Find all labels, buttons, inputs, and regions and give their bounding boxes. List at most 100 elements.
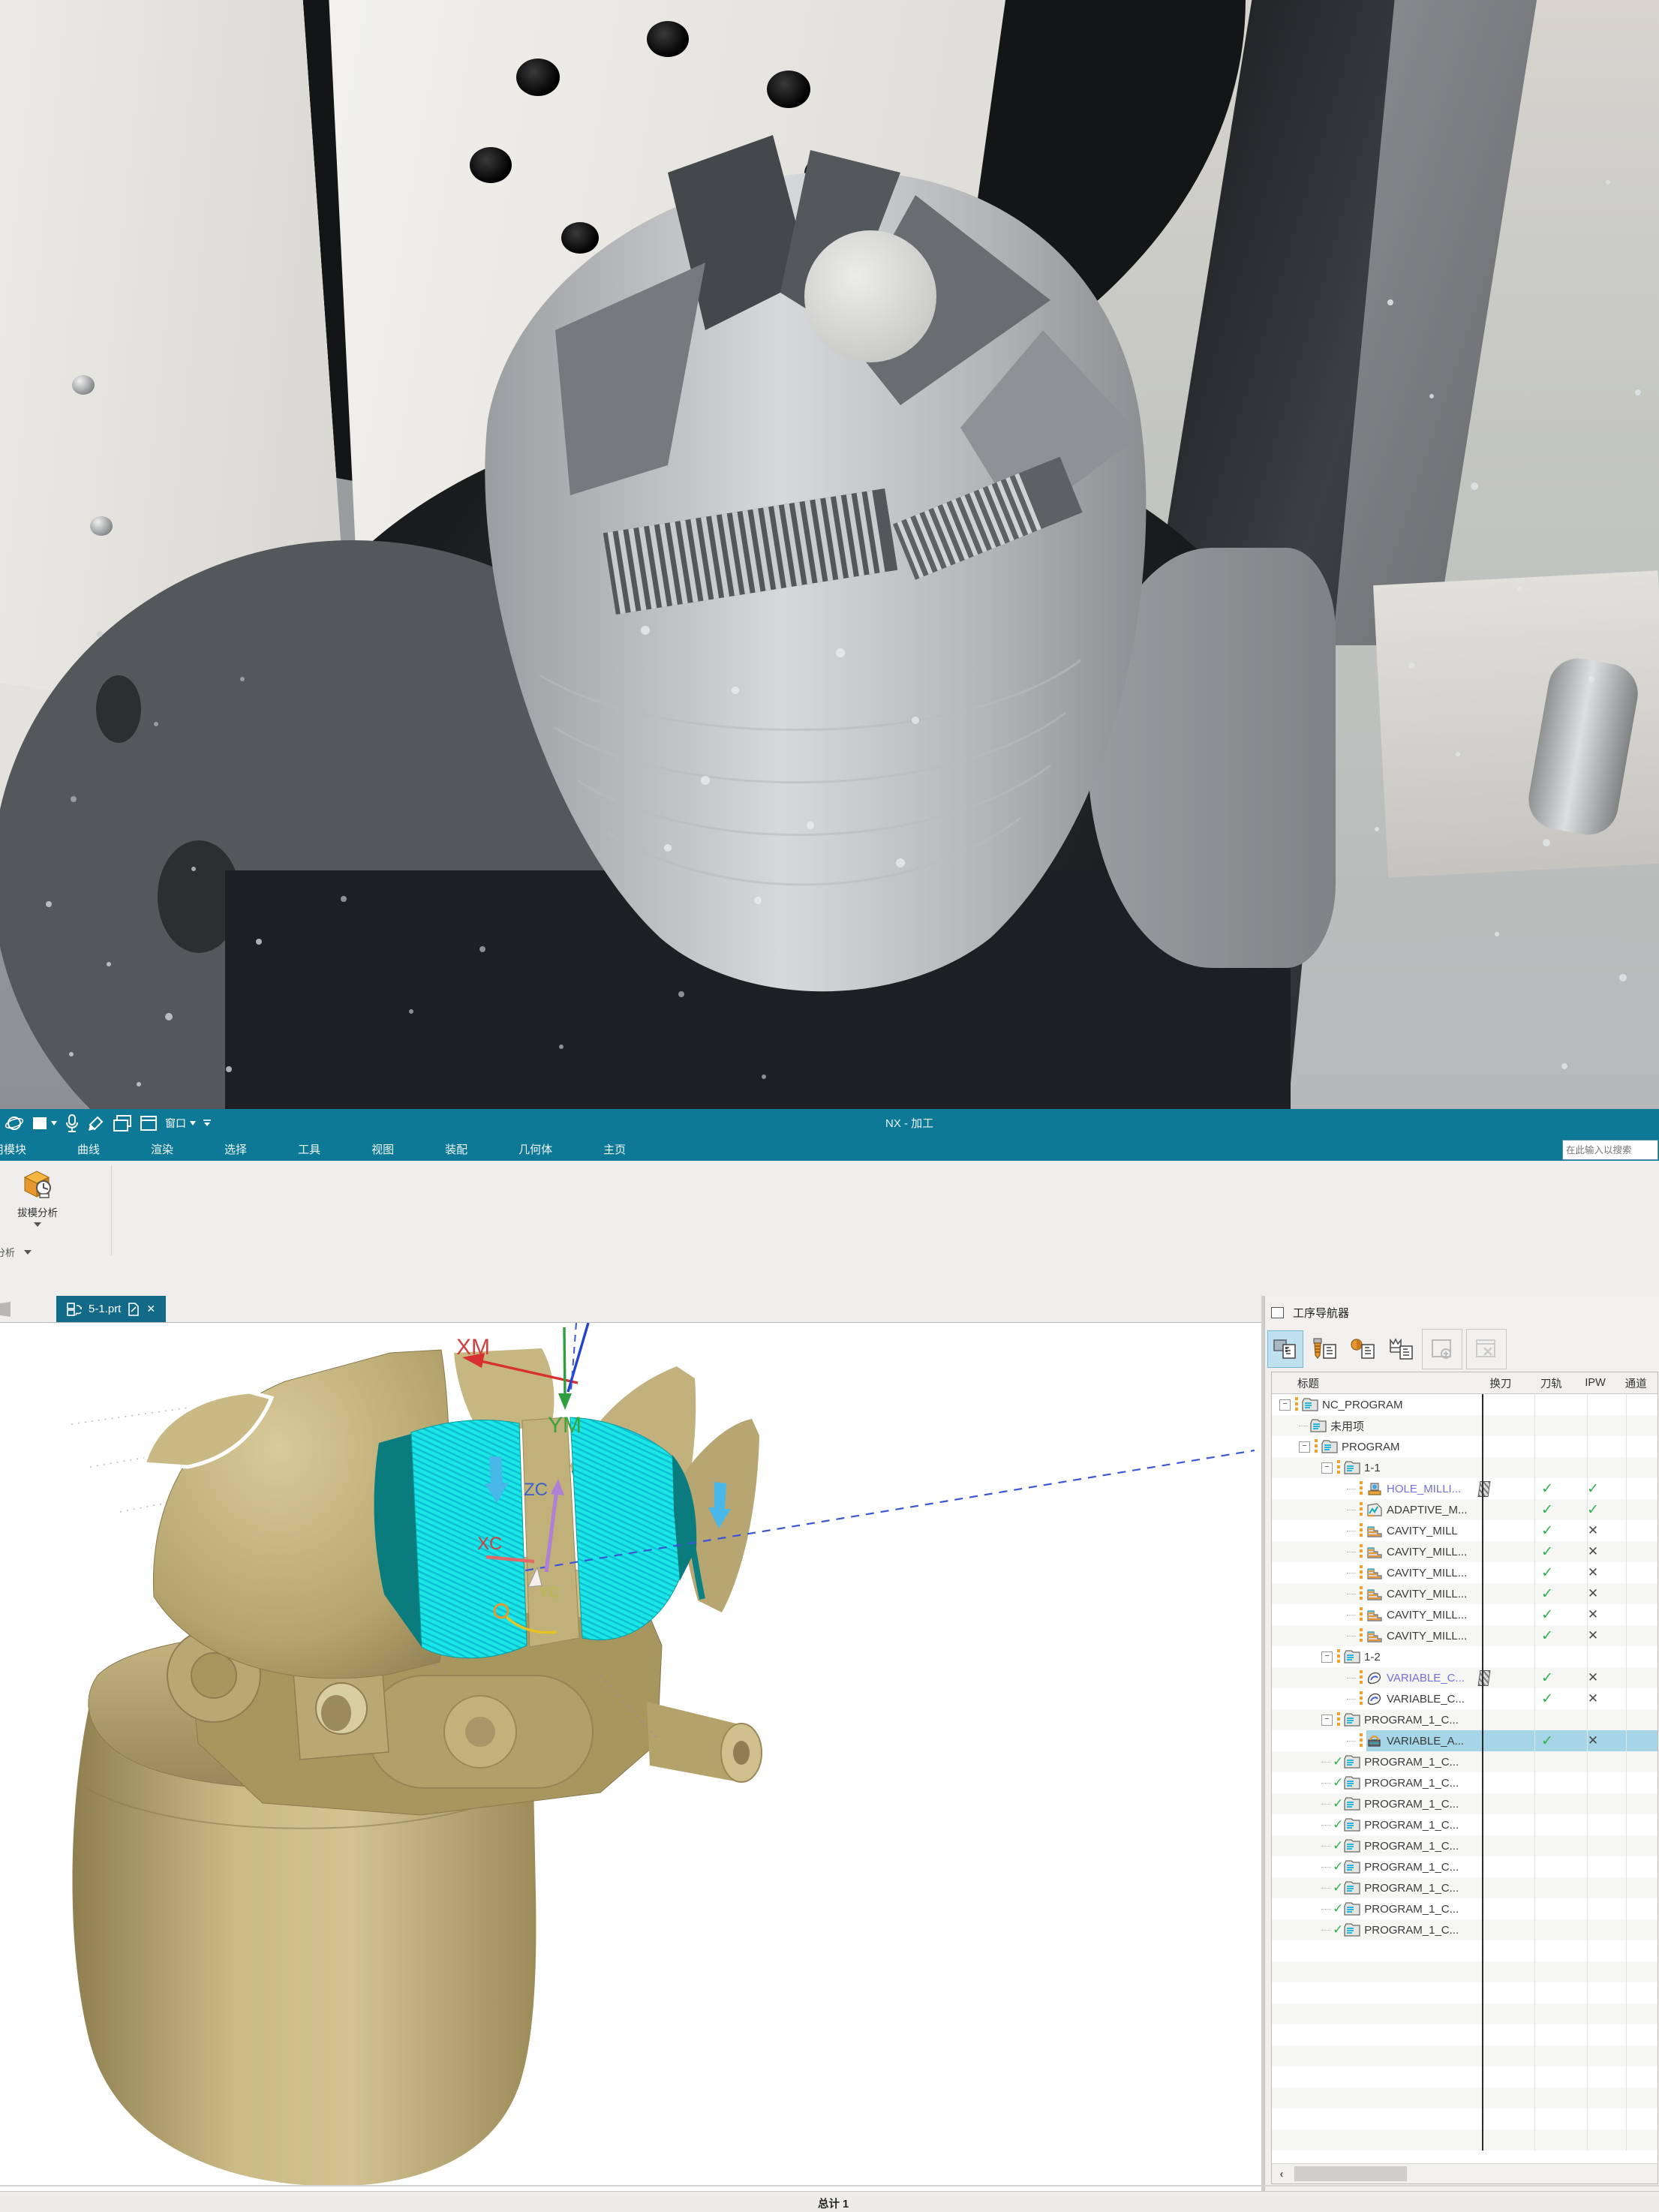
table-row[interactable]: ✓PROGRAM_1_C... [1272,1772,1657,1793]
table-row[interactable]: CAVITY_MILL...✓✕ [1272,1562,1657,1583]
table-row[interactable]: ADAPTIVE_M...✓✓ [1272,1499,1657,1520]
row-label[interactable]: ADAPTIVE_M... [1387,1504,1468,1516]
column-title[interactable]: 标题 [1272,1375,1475,1391]
table-row[interactable]: ✓PROGRAM_1_C... [1272,1856,1657,1877]
new-window-icon[interactable] [32,1115,57,1132]
table-row[interactable]: CAVITY_MILL✓✕ [1272,1520,1657,1541]
menu-item-8[interactable]: 主页 [578,1141,651,1157]
analysis-group-label[interactable]: 分析 [0,1245,32,1259]
column-ipw[interactable]: IPW [1576,1377,1614,1389]
scrollbar-thumb[interactable] [1294,2166,1407,2181]
machine-tool-view-button[interactable] [1307,1331,1342,1367]
menu-item-4[interactable]: 工具 [272,1141,346,1157]
row-label[interactable]: CAVITY_MILL... [1387,1567,1467,1579]
table-row[interactable]: CAVITY_MILL...✓✕ [1272,1625,1657,1646]
create-group-button[interactable] [1422,1329,1462,1369]
row-label[interactable]: 未用项 [1330,1418,1364,1434]
row-label[interactable]: CAVITY_MILL... [1387,1588,1467,1600]
table-row[interactable]: CAVITY_MILL...✓✕ [1272,1541,1657,1562]
expander-minus-icon[interactable]: − [1321,1715,1333,1726]
row-label[interactable]: PROGRAM_1_C... [1364,1777,1459,1790]
table-row[interactable]: − 1-1 [1272,1457,1657,1478]
program-order-view-button[interactable] [1267,1330,1303,1368]
menu-item-3[interactable]: 选择 [199,1141,272,1157]
cell-ipw: ✓ [1573,1478,1612,1499]
table-row[interactable]: CAVITY_MILL...✓✕ [1272,1583,1657,1604]
table-row[interactable]: 未用项 [1272,1415,1657,1436]
row-label[interactable]: CAVITY_MILL [1387,1525,1458,1537]
table-row[interactable]: ✓PROGRAM_1_C... [1272,1835,1657,1856]
expander-minus-icon[interactable]: − [1321,1462,1333,1474]
window-icon[interactable] [140,1114,158,1132]
menu-item-0[interactable]: 用模块 [0,1141,52,1157]
expander-minus-icon[interactable]: − [1299,1441,1310,1453]
row-label[interactable]: CAVITY_MILL... [1387,1630,1467,1642]
table-row[interactable]: VARIABLE_C...✓✕ [1272,1688,1657,1709]
table-row[interactable]: VARIABLE_C...✓✕ [1272,1667,1657,1688]
row-label[interactable]: VARIABLE_C... [1387,1672,1465,1685]
column-grid-line [1587,1394,1588,2150]
table-row[interactable]: VARIABLE_A...✓✕ [1272,1730,1657,1751]
row-label[interactable]: 1-2 [1364,1651,1381,1664]
graphics-viewport[interactable]: XM YM ZC XC YC [0,1322,1261,2192]
row-label[interactable]: PROGRAM_1_C... [1364,1924,1459,1937]
column-tool-change[interactable]: 换刀 [1475,1375,1525,1391]
row-label[interactable]: PROGRAM_1_C... [1364,1714,1459,1727]
expander-minus-icon[interactable]: − [1279,1399,1291,1411]
row-label[interactable]: PROGRAM_1_C... [1364,1819,1459,1832]
table-row[interactable]: ✓PROGRAM_1_C... [1272,1751,1657,1772]
scroll-left-icon[interactable]: ‹ [1272,2168,1291,2180]
horizontal-scrollbar[interactable]: ‹ [1272,2163,1657,2183]
table-row[interactable]: ✓PROGRAM_1_C... [1272,1919,1657,1940]
method-view-button[interactable] [1384,1331,1418,1367]
row-label[interactable]: NC_PROGRAM [1322,1399,1403,1411]
touch-icon[interactable] [87,1114,105,1132]
column-resize-line[interactable] [1482,1394,1483,2150]
draft-analysis-button[interactable]: 拔模分析 [3,1167,72,1239]
row-label[interactable]: PROGRAM_1_C... [1364,1756,1459,1769]
row-label[interactable]: PROGRAM [1342,1441,1400,1453]
table-row[interactable]: HOLE_MILLI...✓✓ [1272,1478,1657,1499]
window-menu[interactable]: 窗口 [165,1116,196,1131]
row-label[interactable]: PROGRAM_1_C... [1364,1903,1459,1916]
table-row[interactable]: ✓PROGRAM_1_C... [1272,1898,1657,1919]
row-label[interactable]: 1-1 [1364,1462,1381,1474]
row-label[interactable]: VARIABLE_A... [1387,1735,1464,1748]
table-row[interactable]: ✓PROGRAM_1_C... [1272,1814,1657,1835]
microphone-icon[interactable] [65,1114,80,1133]
row-label[interactable]: PROGRAM_1_C... [1364,1840,1459,1853]
table-row[interactable]: ✓PROGRAM_1_C... [1272,1793,1657,1814]
command-search[interactable] [1562,1140,1658,1160]
column-channel[interactable]: 通道 [1614,1375,1657,1391]
close-icon[interactable]: ✕ [146,1303,155,1315]
row-label[interactable]: CAVITY_MILL... [1387,1609,1467,1621]
menu-item-2[interactable]: 渲染 [125,1141,199,1157]
ribbon-collapse-icon[interactable] [203,1120,211,1127]
row-label[interactable]: CAVITY_MILL... [1387,1546,1467,1558]
row-label[interactable]: HOLE_MILLI... [1387,1483,1461,1495]
column-toolpath[interactable]: 刀轨 [1526,1375,1576,1391]
geometry-view-button[interactable] [1345,1331,1380,1367]
cascade-windows-icon[interactable] [113,1114,132,1132]
orbit-icon[interactable] [5,1114,24,1133]
row-label[interactable]: PROGRAM_1_C... [1364,1861,1459,1874]
row-label[interactable]: PROGRAM_1_C... [1364,1798,1459,1811]
table-row[interactable]: ✓PROGRAM_1_C... [1272,1877,1657,1898]
menu-item-7[interactable]: 几何体 [493,1141,578,1157]
menu-item-1[interactable]: 曲线 [52,1141,125,1157]
row-label[interactable]: VARIABLE_C... [1387,1693,1465,1706]
expander-minus-icon[interactable]: − [1321,1651,1333,1663]
dock-icon[interactable] [1271,1307,1284,1318]
table-row[interactable]: − 1-2 [1272,1646,1657,1667]
table-row[interactable]: − PROGRAM [1272,1436,1657,1457]
row-label[interactable]: PROGRAM_1_C... [1364,1882,1459,1895]
table-row[interactable]: CAVITY_MILL...✓✕ [1272,1604,1657,1625]
search-input[interactable] [1563,1145,1657,1156]
table-row[interactable]: − PROGRAM_1_C... [1272,1709,1657,1730]
tab-5-1-prt[interactable]: 5-1.prt ✕ [56,1296,166,1322]
menu-item-6[interactable]: 装配 [419,1141,493,1157]
tab-overflow-icon[interactable] [0,1302,11,1317]
table-row[interactable]: − NC_PROGRAM [1272,1394,1657,1415]
delete-operation-button[interactable] [1466,1329,1507,1369]
menu-item-5[interactable]: 视图 [346,1141,419,1157]
